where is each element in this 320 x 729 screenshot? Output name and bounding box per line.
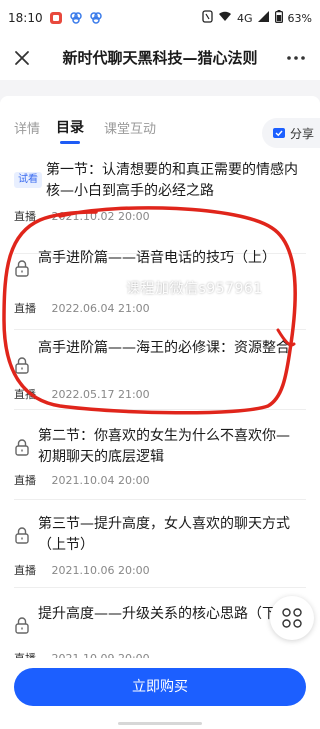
home-indicator bbox=[118, 722, 202, 725]
active-tab-indicator bbox=[60, 141, 80, 144]
lesson-meta: 直播 2021.10.06 20:00 bbox=[14, 562, 150, 578]
lesson-kind: 直播 bbox=[14, 302, 36, 315]
status-bar: 18:10 4G 63% bbox=[0, 0, 320, 36]
lesson-item[interactable]: 第三节—提升高度，女人喜欢的聊天方式（上节） 直播 2021.10.06 20:… bbox=[0, 502, 320, 588]
divider bbox=[14, 499, 306, 500]
divider bbox=[14, 409, 306, 410]
top-navigation-bar: 新时代聊天黑科技—猎心法则 bbox=[0, 36, 320, 80]
share-icon bbox=[273, 128, 285, 138]
lesson-item[interactable]: 高手进阶篇——语音电话的技巧（上） 直播 2022.06.04 21:00 bbox=[0, 218, 320, 330]
tab-catalog[interactable]: 目录 bbox=[56, 117, 84, 137]
watermark-text: 课程加微信s957961 bbox=[126, 281, 263, 297]
nfc-icon bbox=[202, 10, 213, 26]
lesson-time: 2021.10.04 20:00 bbox=[51, 474, 150, 487]
close-icon bbox=[15, 51, 29, 65]
lesson-meta: 直播 2021.10.04 20:00 bbox=[14, 472, 150, 488]
lesson-kind: 直播 bbox=[14, 388, 36, 401]
cloud-app-notification-icon bbox=[69, 11, 83, 25]
lesson-meta: 直播 2022.05.17 21:00 bbox=[14, 386, 150, 402]
lock-icon bbox=[15, 260, 29, 277]
lesson-time: 2022.05.17 21:00 bbox=[51, 388, 150, 401]
share-button[interactable]: 分享 bbox=[262, 118, 320, 148]
lesson-time: 2022.06.04 21:00 bbox=[51, 302, 150, 315]
status-indicators: 4G 63% bbox=[202, 10, 312, 26]
tab-bar: 详情 目录 课堂互动 分享 bbox=[0, 96, 320, 148]
lesson-kind: 直播 bbox=[14, 474, 36, 487]
signal-icon bbox=[257, 11, 270, 25]
lesson-title: 高手进阶篇——海王的必修课：资源整合 bbox=[38, 340, 290, 356]
battery-level: 63% bbox=[287, 11, 312, 25]
lock-icon bbox=[15, 357, 29, 374]
more-icon bbox=[287, 56, 305, 60]
bottom-bar: 立即购买 bbox=[0, 658, 320, 729]
lesson-item[interactable]: 高手进阶篇——海王的必修课：资源整合 直播 2022.05.17 21:00 bbox=[0, 330, 320, 410]
grid-clover-icon bbox=[282, 608, 302, 628]
wifi-icon bbox=[218, 11, 232, 25]
lesson-title: 高手进阶篇——语音电话的技巧（上） bbox=[38, 250, 276, 266]
lesson-title: 第三节—提升高度，女人喜欢的聊天方式（上节） bbox=[38, 516, 290, 553]
red-app-notification-icon bbox=[49, 11, 63, 25]
lock-icon bbox=[15, 439, 29, 456]
lock-icon bbox=[15, 617, 29, 634]
floating-menu-button[interactable] bbox=[270, 596, 314, 640]
course-content-panel: 详情 目录 课堂互动 分享 试看 第一节：认清想要的和真正需要的情感内核—小白到… bbox=[0, 96, 320, 729]
buy-now-button[interactable]: 立即购买 bbox=[14, 668, 306, 706]
divider bbox=[14, 587, 306, 588]
lock-icon bbox=[15, 527, 29, 544]
cloud-app-notification-icon-2 bbox=[89, 11, 103, 25]
tab-details[interactable]: 详情 bbox=[14, 118, 40, 137]
trial-badge: 试看 bbox=[14, 172, 42, 188]
lesson-title: 第二节：你喜欢的女生为什么不喜欢你—初期聊天的底层逻辑 bbox=[38, 428, 290, 465]
page-title: 新时代聊天黑科技—猎心法则 bbox=[62, 49, 258, 67]
lesson-kind: 直播 bbox=[14, 564, 36, 577]
lesson-meta: 直播 2022.06.04 21:00 bbox=[14, 300, 150, 316]
lesson-title: 提升高度——升级关系的核心思路（下节） bbox=[38, 606, 304, 622]
network-type: 4G bbox=[237, 11, 253, 25]
battery-icon bbox=[274, 10, 283, 26]
lesson-time: 2021.10.06 20:00 bbox=[51, 564, 150, 577]
lesson-title: 第一节：认清想要的和真正需要的情感内核—小白到高手的必经之路 bbox=[46, 162, 298, 199]
close-button[interactable] bbox=[8, 44, 36, 72]
lesson-item[interactable]: 第二节：你喜欢的女生为什么不喜欢你—初期聊天的底层逻辑 直播 2021.10.0… bbox=[0, 414, 320, 500]
share-label: 分享 bbox=[290, 126, 315, 141]
more-options-button[interactable] bbox=[282, 44, 310, 72]
status-time: 18:10 bbox=[8, 11, 43, 25]
tab-class-interaction[interactable]: 课堂互动 bbox=[104, 118, 156, 137]
